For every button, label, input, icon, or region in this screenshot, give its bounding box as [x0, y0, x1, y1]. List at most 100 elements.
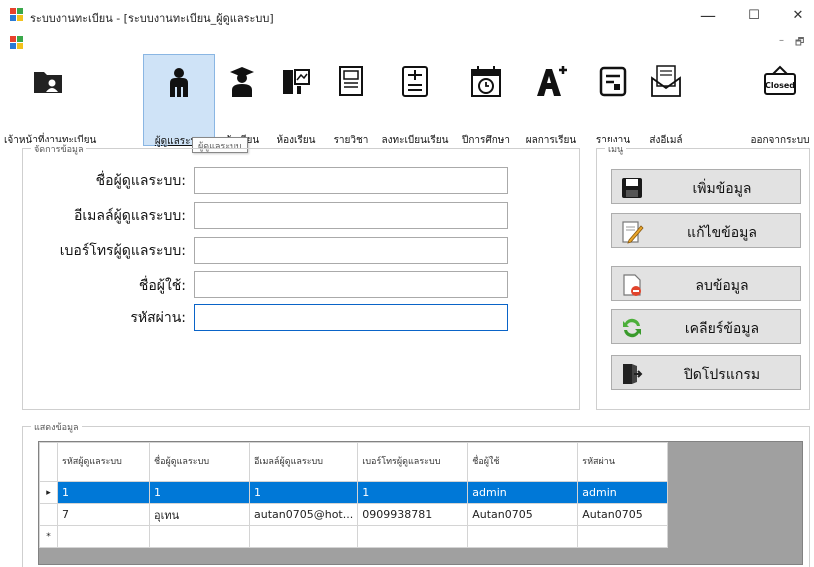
table-cell[interactable]	[577, 525, 669, 548]
table-cell[interactable]	[248, 525, 359, 548]
table-cell[interactable]	[149, 525, 250, 548]
table-cell[interactable]: 0909938781	[357, 503, 469, 526]
grade-a-plus-icon	[537, 66, 567, 96]
column-header-admin-email[interactable]: อีเมลล์ผู้ดูแลระบบ	[248, 442, 359, 482]
row-indicator[interactable]: *	[39, 525, 58, 548]
admin-name-label: ชื่อผู้ดูแลระบบ:	[95, 173, 186, 189]
row-indicator[interactable]	[39, 503, 58, 526]
refresh-icon	[623, 318, 641, 338]
table-cell[interactable]: admin	[467, 481, 579, 504]
mdi-menu-strip: – 🗗	[0, 32, 814, 54]
grid-header-row: รหัสผู้ดูแลระบบ ชื่อผู้ดูแลระบบ อีเมลล์ผ…	[39, 442, 669, 482]
toolbar-item-label: ออกจากระบบ	[750, 135, 810, 146]
toolbar-item-send-email[interactable]: ส่งอีเมล์	[640, 54, 692, 146]
email-doc-icon	[651, 65, 681, 97]
toolbar-item-academic-year[interactable]: ปีการศึกษา	[456, 54, 516, 146]
username-label: ชื่อผู้ใช้:	[138, 278, 186, 294]
maximize-button[interactable]: ☐	[734, 4, 774, 28]
table-cell[interactable]: Autan0705	[467, 503, 579, 526]
toolbar-item-registrar-staff[interactable]: เจ้าหน้าที่งานทะเบียน	[4, 54, 96, 146]
toolbar-item-student[interactable]: นักเรียน	[219, 54, 265, 146]
close-program-label: ปิดโปรแกรม	[683, 367, 761, 383]
table-row[interactable]: ▸ 1 1 1 1 admin admin	[39, 481, 669, 504]
password-label: รหัสผ่าน:	[130, 310, 186, 326]
table-cell[interactable]: อุเทน	[149, 503, 250, 526]
report-icon	[599, 66, 627, 97]
mdi-minimize-button[interactable]: –	[779, 35, 784, 46]
delete-document-icon	[623, 274, 641, 296]
clear-data-label: เคลียร์ข้อมูล	[684, 321, 760, 337]
column-header-admin-id[interactable]: รหัสผู้ดูแลระบบ	[57, 442, 150, 482]
book-icon	[339, 66, 363, 96]
toolbar-item-label: ผลการเรียน	[525, 135, 577, 146]
username-input[interactable]	[194, 271, 508, 298]
add-data-button[interactable]: เพิ่มข้อมูล	[611, 169, 801, 204]
toolbar-item-report[interactable]: รายงาน	[587, 54, 639, 146]
toolbar-item-subject[interactable]: รายวิชา	[329, 54, 373, 146]
table-cell[interactable]: autan0705@hot...	[248, 503, 359, 526]
toolbar-item-grades[interactable]: ผลการเรียน	[520, 54, 582, 146]
admin-user-icon	[170, 68, 188, 97]
mdi-restore-button[interactable]: 🗗	[795, 35, 804, 52]
clear-data-button[interactable]: เคลียร์ข้อมูล	[611, 309, 801, 344]
table-cell[interactable]: 1	[57, 481, 150, 504]
column-header-password[interactable]: รหัสผ่าน	[577, 442, 669, 482]
admin-email-input[interactable]	[194, 202, 508, 229]
window-title: ระบบงานทะเบียน - [ระบบงานทะเบียน_ผู้ดูแล…	[30, 12, 274, 25]
table-cell[interactable]: 1	[149, 481, 250, 504]
mdi-child-icon[interactable]	[10, 36, 24, 50]
title-bar: ระบบงานทะเบียน - [ระบบงานทะเบียน_ผู้ดูแล…	[0, 0, 814, 32]
manage-group-title: จัดการข้อมูล	[31, 142, 87, 156]
table-cell[interactable]: admin	[577, 481, 669, 504]
menu-group-title: เมนู	[605, 142, 627, 156]
display-group-title: แสดงข้อมูล	[31, 420, 82, 434]
toolbar-item-admin[interactable]: ผู้ดูแลระบบ	[143, 54, 215, 147]
admin-email-label: อีเมลล์ผู้ดูแลระบบ:	[73, 208, 186, 224]
column-header-admin-phone[interactable]: เบอร์โทรผู้ดูแลระบบ	[357, 442, 469, 482]
folder-user-icon	[34, 72, 62, 93]
grid-corner-cell[interactable]	[39, 442, 58, 482]
add-data-label: เพิ่มข้อมูล	[692, 181, 752, 197]
admin-phone-label: เบอร์โทรผู้ดูแลระบบ:	[59, 243, 186, 259]
table-cell[interactable]	[57, 525, 150, 548]
toolbar-item-label: ลงทะเบียนเรียน	[381, 135, 449, 146]
table-row[interactable]: 7 อุเทน autan0705@hot... 0909938781 Auta…	[39, 503, 669, 526]
toolbar-item-label: ห้องเรียน	[276, 135, 316, 146]
calendar-clock-icon	[471, 66, 501, 97]
table-cell[interactable]: 1	[248, 481, 359, 504]
toolbar-item-label: รายวิชา	[333, 135, 369, 146]
data-grid[interactable]: รหัสผู้ดูแลระบบ ชื่อผู้ดูแลระบบ อีเมลล์ผ…	[38, 441, 803, 565]
data-grid-table: รหัสผู้ดูแลระบบ ชื่อผู้ดูแลระบบ อีเมลล์ผ…	[39, 442, 669, 548]
column-header-username[interactable]: ชื่อผู้ใช้	[467, 442, 579, 482]
toolbar-item-label: ปีการศึกษา	[462, 135, 510, 146]
close-program-button[interactable]: ปิดโปรแกรม	[611, 355, 801, 390]
classroom-icon	[283, 69, 310, 94]
edit-pencil-icon	[622, 221, 644, 244]
row-indicator[interactable]: ▸	[39, 481, 58, 504]
edit-data-label: แก้ไขข้อมูล	[687, 225, 757, 241]
delete-data-label: ลบข้อมูล	[695, 278, 749, 294]
table-cell[interactable]	[357, 525, 469, 548]
closed-sign-icon: Closed	[764, 65, 796, 95]
delete-data-button[interactable]: ลบข้อมูล	[611, 266, 801, 301]
toolbar-item-enrollment[interactable]: ลงทะเบียนเรียน	[377, 54, 453, 146]
register-list-icon	[402, 66, 428, 97]
admin-phone-input[interactable]	[194, 237, 508, 264]
column-header-admin-name[interactable]: ชื่อผู้ดูแลระบบ	[149, 442, 250, 482]
table-cell[interactable]: 7	[57, 503, 150, 526]
edit-data-button[interactable]: แก้ไขข้อมูล	[611, 213, 801, 248]
password-input[interactable]	[194, 304, 508, 331]
toolbar-item-logout[interactable]: Closed ออกจากระบบ	[746, 54, 814, 146]
table-cell[interactable]: 1	[357, 481, 469, 504]
admin-name-input[interactable]	[194, 167, 508, 194]
floppy-disk-icon	[622, 178, 642, 198]
exit-door-icon	[623, 364, 643, 384]
toolbar-item-label: ส่งอีเมล์	[649, 135, 683, 146]
table-cell[interactable]	[467, 525, 579, 548]
minimize-button[interactable]: —	[688, 4, 728, 28]
toolbar-item-classroom[interactable]: ห้องเรียน	[272, 54, 320, 146]
table-row-new[interactable]: *	[39, 525, 669, 548]
close-button[interactable]: ✕	[778, 4, 814, 28]
table-cell[interactable]: Autan0705	[577, 503, 669, 526]
student-graduate-icon	[230, 67, 254, 97]
